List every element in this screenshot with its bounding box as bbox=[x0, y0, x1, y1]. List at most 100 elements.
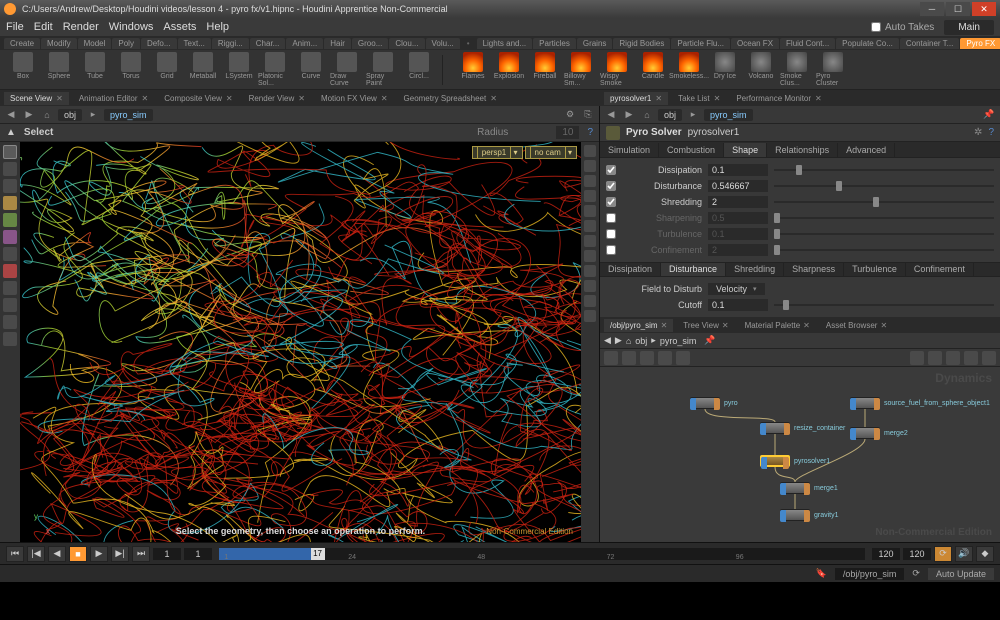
shapes-icon[interactable] bbox=[928, 351, 942, 365]
parm-path-node[interactable]: pyro_sim bbox=[704, 109, 753, 121]
shelf-tab[interactable]: Particle Flu... bbox=[671, 38, 730, 49]
end-frame[interactable]: 120 bbox=[903, 548, 931, 560]
light-icon[interactable] bbox=[584, 190, 596, 202]
current-frame-marker[interactable]: 17 bbox=[311, 548, 325, 560]
menu-help[interactable]: Help bbox=[206, 21, 229, 33]
close-icon[interactable]: ✕ bbox=[490, 94, 497, 103]
range-end[interactable]: 120 bbox=[872, 548, 900, 560]
normals-icon[interactable] bbox=[584, 235, 596, 247]
radius-value[interactable]: 10 bbox=[556, 126, 579, 139]
display-icon[interactable] bbox=[584, 145, 596, 157]
menu-render[interactable]: Render bbox=[63, 21, 99, 33]
close-icon[interactable]: ✕ bbox=[226, 94, 233, 103]
menu-file[interactable]: File bbox=[6, 21, 24, 33]
shelf-tab[interactable]: Char... bbox=[250, 38, 286, 49]
shelf-tab[interactable]: Groo... bbox=[352, 38, 388, 49]
shelf-tab[interactable]: Populate Co... bbox=[836, 38, 899, 49]
menu-windows[interactable]: Windows bbox=[109, 21, 154, 33]
network-node[interactable]: pyrosolver1 bbox=[760, 455, 830, 467]
group-icon[interactable] bbox=[640, 351, 654, 365]
nav-back-icon[interactable]: ◀ bbox=[604, 108, 618, 122]
parm-toggle[interactable] bbox=[606, 165, 616, 175]
help-icon[interactable]: ? bbox=[587, 127, 593, 138]
text-icon[interactable] bbox=[584, 310, 596, 322]
nav-back-icon[interactable]: ◀ bbox=[604, 335, 611, 346]
shelf-tool[interactable]: Torus bbox=[114, 52, 148, 87]
path-root[interactable]: obj bbox=[58, 109, 82, 121]
network-node[interactable]: source_fuel_from_sphere_object1 bbox=[850, 397, 990, 409]
shelf-tool[interactable]: Sphere bbox=[42, 52, 76, 87]
shelf-tab[interactable]: Anim... bbox=[286, 38, 323, 49]
parm-subtab[interactable]: Sharpness bbox=[784, 263, 844, 276]
shelf-tool[interactable]: Box bbox=[6, 52, 40, 87]
parm-value[interactable]: 0.5 bbox=[708, 212, 768, 224]
grid-icon[interactable] bbox=[584, 280, 596, 292]
shelf-tab[interactable]: Grains bbox=[577, 38, 613, 49]
camera-dropdown[interactable]: no cam ▾ bbox=[525, 146, 577, 159]
key-icon[interactable]: ◆ bbox=[976, 546, 994, 562]
shelf-tab[interactable]: Clou... bbox=[389, 38, 424, 49]
shelf-tool[interactable]: Flames bbox=[456, 52, 490, 87]
parm-subtab[interactable]: Dissipation bbox=[600, 263, 661, 276]
nav-back-icon[interactable]: ◀ bbox=[4, 108, 18, 122]
parm-slider[interactable] bbox=[774, 169, 994, 171]
network-tab[interactable]: Asset Browser ✕ bbox=[820, 319, 893, 332]
shelf-tab[interactable]: Hair bbox=[324, 38, 351, 49]
shelf-tool[interactable]: Fireball bbox=[528, 52, 562, 87]
curve-tool-icon[interactable] bbox=[3, 281, 17, 295]
scale-tool-icon[interactable] bbox=[3, 230, 17, 244]
home-icon[interactable]: ⌂ bbox=[626, 336, 631, 346]
shelf-tool[interactable]: Billowy Sm... bbox=[564, 52, 598, 87]
close-icon[interactable]: ✕ bbox=[655, 94, 662, 103]
net-path-node[interactable]: pyro_sim bbox=[660, 336, 697, 346]
shelf-tool[interactable]: Grid bbox=[150, 52, 184, 87]
shelf-tab[interactable]: Particles bbox=[533, 38, 576, 49]
shelf-tool[interactable]: Smoke Clus... bbox=[780, 52, 814, 87]
network-tab[interactable]: Material Palette ✕ bbox=[739, 319, 816, 332]
close-icon[interactable]: ✕ bbox=[298, 94, 305, 103]
minimize-button[interactable]: ─ bbox=[920, 2, 944, 16]
parm-subtab[interactable]: Turbulence bbox=[844, 263, 906, 276]
search-icon[interactable] bbox=[982, 351, 996, 365]
prev-key-button[interactable]: |◀ bbox=[27, 546, 45, 562]
parm-slider[interactable] bbox=[774, 249, 994, 251]
shelf-tool[interactable]: Explosion bbox=[492, 52, 526, 87]
shading-icon[interactable] bbox=[584, 205, 596, 217]
shelf-tab[interactable]: Riggi... bbox=[212, 38, 249, 49]
pane-tab[interactable]: Composite View ✕ bbox=[158, 92, 238, 105]
node-name-field[interactable]: pyrosolver1 bbox=[688, 127, 740, 138]
parm-tab[interactable]: Combustion bbox=[659, 143, 724, 157]
shelf-tab[interactable]: Create bbox=[4, 38, 40, 49]
take-selector[interactable]: Main bbox=[944, 20, 994, 35]
close-icon[interactable]: ✕ bbox=[880, 321, 887, 330]
next-frame-button[interactable]: ▶| bbox=[111, 546, 129, 562]
filter-icon[interactable] bbox=[946, 351, 960, 365]
ghost-icon[interactable] bbox=[584, 175, 596, 187]
shelf-tool[interactable]: Curve bbox=[294, 52, 328, 87]
close-icon[interactable]: ✕ bbox=[56, 94, 63, 103]
pane-tab[interactable]: Scene View ✕ bbox=[4, 92, 69, 105]
gear-icon[interactable]: ✲ bbox=[974, 127, 982, 138]
lock-icon[interactable] bbox=[584, 160, 596, 172]
prev-frame-button[interactable]: ◀ bbox=[48, 546, 66, 562]
range-start[interactable]: 1 bbox=[184, 548, 212, 560]
parm-subtab[interactable]: Disturbance bbox=[661, 263, 726, 276]
gear-icon[interactable]: ⚙ bbox=[563, 108, 577, 122]
shelf-tab[interactable]: Poly bbox=[112, 38, 140, 49]
parm-toggle[interactable] bbox=[606, 197, 616, 207]
field-to-disturb-dropdown[interactable]: Velocity bbox=[708, 283, 765, 295]
paste-icon[interactable] bbox=[676, 351, 690, 365]
shelf-tab[interactable]: Model bbox=[78, 38, 112, 49]
audio-icon[interactable]: 🔊 bbox=[955, 546, 973, 562]
close-icon[interactable]: ✕ bbox=[722, 321, 729, 330]
realtime-icon[interactable]: ⟳ bbox=[934, 546, 952, 562]
last-frame-button[interactable]: ⏭ bbox=[132, 546, 150, 562]
lasso-tool-icon[interactable] bbox=[3, 162, 17, 176]
parm-path-root[interactable]: obj bbox=[658, 109, 682, 121]
parm-tab[interactable]: Relationships bbox=[767, 143, 838, 157]
shelf-tab[interactable]: Ocean FX bbox=[731, 38, 779, 49]
poly-tool-icon[interactable] bbox=[3, 298, 17, 312]
3d-viewport[interactable]: persp1 ▾ no cam ▾ yx Select the geometry… bbox=[20, 142, 581, 542]
pane-tab[interactable]: Performance Monitor ✕ bbox=[730, 92, 827, 105]
menu-edit[interactable]: Edit bbox=[34, 21, 53, 33]
